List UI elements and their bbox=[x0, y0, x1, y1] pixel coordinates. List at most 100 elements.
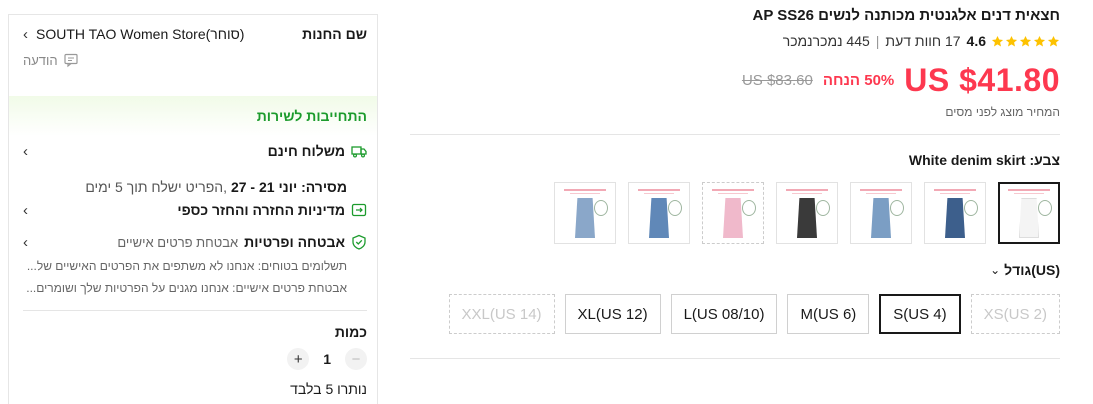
service-commitment-banner: התחייבות לשירות bbox=[9, 96, 377, 136]
color-label: צבע: White denim skirt bbox=[909, 152, 1060, 168]
star-icon bbox=[991, 35, 1004, 46]
quantity-label: כמות bbox=[334, 324, 367, 340]
price-row: US $41.80 50% הנחה US $83.60 bbox=[742, 60, 1060, 100]
color-swatches bbox=[554, 182, 1060, 244]
swatch-caption bbox=[1008, 189, 1050, 191]
star-icon bbox=[1033, 35, 1046, 46]
returns-row[interactable]: מדיניות החזרה והחזר כספי ‹ bbox=[23, 199, 367, 221]
swatch-thumbnail bbox=[854, 186, 908, 240]
chevron-left-icon: ‹ bbox=[23, 233, 28, 251]
security-head: אבטחה ופרטיות אבטחת פרטים אישיים bbox=[117, 234, 367, 250]
color-swatch-dark-blue[interactable] bbox=[924, 182, 986, 244]
original-price: US $83.60 bbox=[741, 71, 813, 89]
swatch-caption bbox=[712, 189, 754, 191]
message-label: הודעה bbox=[23, 52, 58, 68]
security-line-privacy: אבטחת פרטים אישיים: אנחנו מגנים על הפרטי… bbox=[26, 281, 347, 295]
swatch-caption bbox=[860, 189, 902, 191]
quantity-increment-button[interactable]: + bbox=[287, 348, 310, 370]
star-icon bbox=[1019, 35, 1032, 46]
swatch-caption bbox=[644, 193, 674, 194]
color-swatch-medium-blue[interactable] bbox=[628, 182, 690, 244]
swatch-caption bbox=[934, 189, 976, 191]
returns-head: מדיניות החזרה והחזר כספי bbox=[177, 202, 367, 218]
swatch-caption bbox=[792, 193, 822, 194]
swatch-caption bbox=[786, 189, 828, 191]
size-option[interactable]: L(US 08/10) bbox=[670, 294, 778, 334]
current-price: US $41.80 bbox=[904, 61, 1060, 98]
color-swatch-light-blue[interactable] bbox=[850, 182, 912, 244]
swatch-caption bbox=[570, 193, 600, 194]
security-subtitle: אבטחת פרטים אישיים bbox=[117, 234, 239, 250]
swatch-thumbnail bbox=[706, 186, 760, 240]
product-info: חצאית דנים אלגנטית מכותנה לנשים AP SS26 … bbox=[410, 0, 1060, 404]
skirt-image bbox=[871, 198, 891, 238]
swatch-caption bbox=[638, 189, 680, 191]
chat-icon bbox=[64, 53, 78, 68]
tag-image bbox=[668, 200, 682, 216]
security-row[interactable]: אבטחה ופרטיות אבטחת פרטים אישיים ‹ bbox=[23, 231, 367, 253]
security-line-payments: תשלומים בטוחים: אנחנו לא משתפים את הפרטי… bbox=[26, 259, 347, 273]
service-commitment-label: התחייבות לשירות bbox=[256, 108, 367, 124]
message-button[interactable]: הודעה bbox=[23, 52, 79, 68]
chevron-left-icon: ‹ bbox=[23, 25, 28, 43]
delivery-note: ,הפריט ישלח תוך 5 ימים bbox=[85, 179, 228, 195]
tag-image bbox=[964, 200, 978, 216]
divider bbox=[410, 358, 1060, 359]
swatch-caption bbox=[866, 193, 896, 194]
store-name: SOUTH TAO Women Store(סוחר) bbox=[36, 26, 245, 42]
size-option[interactable]: S(US 4) bbox=[879, 294, 961, 334]
chevron-left-icon: ‹ bbox=[23, 142, 28, 160]
color-swatch-black[interactable] bbox=[776, 182, 838, 244]
shield-icon bbox=[352, 234, 366, 250]
divider bbox=[23, 310, 367, 311]
quantity-value: 1 bbox=[323, 351, 331, 367]
sold-count: 445 נמכרנמכר bbox=[782, 33, 870, 49]
size-option[interactable]: XXL(US 14) bbox=[448, 294, 555, 334]
shipping-head: משלוח חינם bbox=[268, 143, 367, 159]
swatch-caption bbox=[1014, 193, 1044, 194]
delivery-info: מסירה: יוני 21 - 27 ,הפריט ישלח תוך 5 ימ… bbox=[85, 179, 347, 195]
store-key-label: שם החנות bbox=[302, 26, 367, 42]
chevron-down-icon: ⌄ bbox=[990, 263, 1001, 277]
color-swatch-white[interactable] bbox=[998, 182, 1060, 244]
size-option[interactable]: M(US 6) bbox=[787, 294, 870, 334]
shipping-row[interactable]: משלוח חינם ‹ bbox=[23, 140, 367, 162]
store-service-panel: שם החנות ‹ SOUTH TAO Women Store(סוחר) ה… bbox=[8, 14, 378, 404]
store-name-link[interactable]: ‹ SOUTH TAO Women Store(סוחר) bbox=[23, 26, 244, 43]
swatch-thumbnail bbox=[1002, 186, 1056, 240]
color-swatch-pink[interactable] bbox=[702, 182, 764, 244]
rating-row[interactable]: 4.6 17 חוות דעת | 445 נמכרנמכר bbox=[783, 32, 1060, 50]
size-label-text: גודל(US) bbox=[1004, 262, 1060, 278]
skirt-image bbox=[723, 198, 743, 238]
security-title: אבטחה ופרטיות bbox=[244, 234, 345, 250]
divider bbox=[410, 134, 1060, 135]
swatch-thumbnail bbox=[928, 186, 982, 240]
returns-title: מדיניות החזרה והחזר כספי bbox=[177, 202, 345, 218]
tag-image bbox=[594, 200, 608, 216]
skirt-image bbox=[1019, 198, 1039, 238]
swatch-thumbnail bbox=[558, 186, 612, 240]
discount-badge: 50% הנחה bbox=[822, 71, 895, 89]
size-option[interactable]: XL(US 12) bbox=[564, 294, 661, 334]
swatch-thumbnail bbox=[632, 186, 686, 240]
swatch-caption bbox=[718, 193, 748, 194]
tag-image bbox=[1038, 200, 1052, 216]
quantity-decrement-button[interactable]: − bbox=[345, 348, 367, 370]
tag-image bbox=[890, 200, 904, 216]
size-option[interactable]: XS(US 2) bbox=[970, 294, 1060, 334]
quantity-stepper: − 1 + bbox=[287, 348, 367, 370]
size-label[interactable]: גודל(US) ⌄ bbox=[990, 262, 1060, 278]
store-row[interactable]: שם החנות ‹ SOUTH TAO Women Store(סוחר) bbox=[9, 15, 377, 53]
tag-image bbox=[742, 200, 756, 216]
rating-stars bbox=[991, 35, 1060, 48]
chevron-left-icon: ‹ bbox=[23, 201, 28, 219]
skirt-image bbox=[797, 198, 817, 238]
shipping-title: משלוח חינם bbox=[267, 143, 345, 159]
skirt-image bbox=[649, 198, 669, 238]
color-swatch-washed-blue[interactable] bbox=[554, 182, 616, 244]
swatch-caption bbox=[940, 193, 970, 194]
product-title: חצאית דנים אלגנטית מכותנה לנשים AP SS26 bbox=[752, 7, 1060, 24]
reviews-count[interactable]: 17 חוות דעת bbox=[885, 33, 960, 49]
size-options: XS(US 2) S(US 4) M(US 6) L(US 08/10) XL(US 1… bbox=[448, 294, 1060, 334]
truck-icon bbox=[351, 146, 367, 158]
